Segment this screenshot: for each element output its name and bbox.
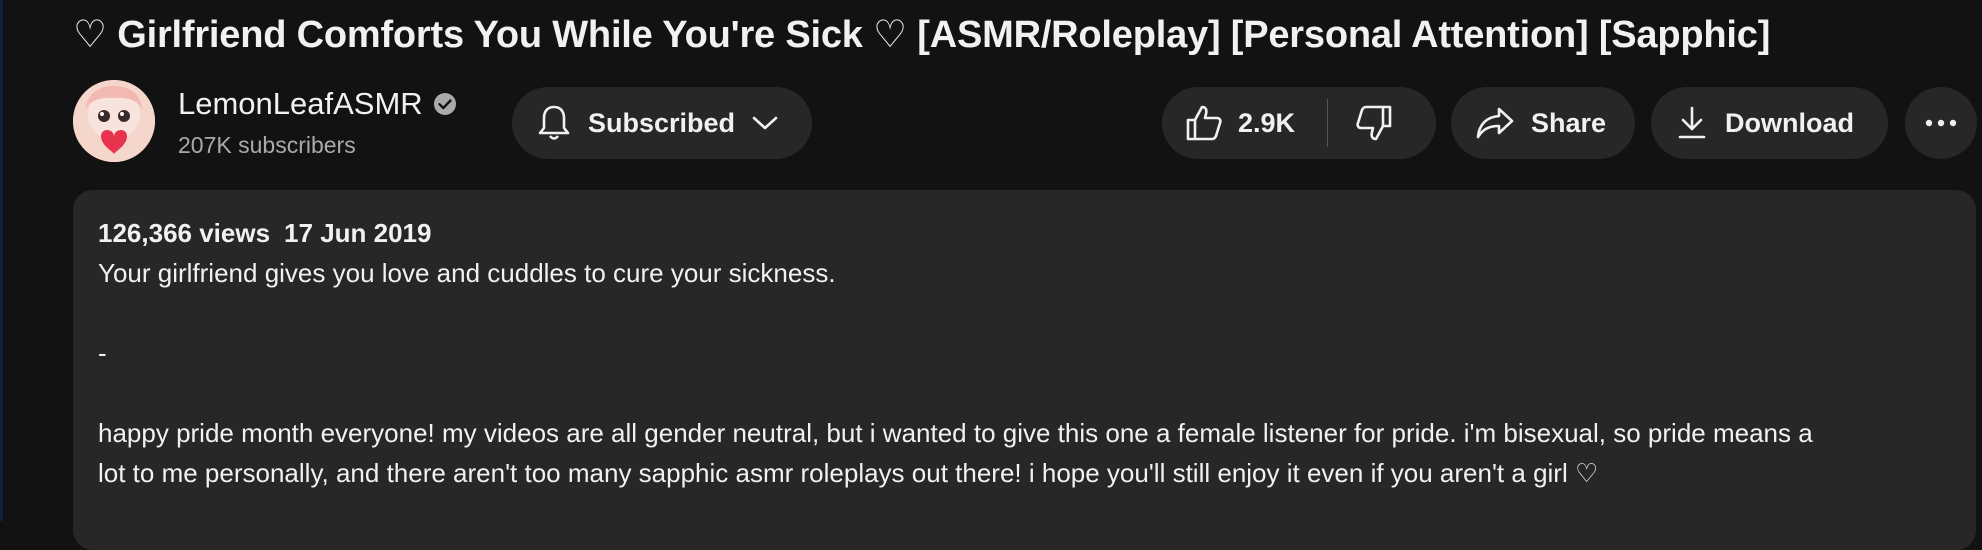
avatar-image <box>73 80 155 162</box>
upload-date: 17 Jun 2019 <box>284 218 432 248</box>
like-button[interactable]: 2.9K <box>1184 87 1295 159</box>
channel-name-wrap: LemonLeafASMR <box>178 86 457 122</box>
download-button[interactable]: Download <box>1651 87 1888 159</box>
download-label: Download <box>1725 107 1854 138</box>
thumbs-down-icon[interactable] <box>1354 103 1394 143</box>
channel-name[interactable]: LemonLeafASMR <box>178 86 423 122</box>
more-icon <box>1924 118 1958 128</box>
subscribed-button[interactable]: Subscribed <box>512 87 812 159</box>
download-icon <box>1677 105 1707 141</box>
chevron-down-icon <box>751 113 779 133</box>
like-dislike-group: 2.9K <box>1162 87 1436 159</box>
owner-row: LemonLeafASMR 207K subscribers Subscribe… <box>73 80 1977 166</box>
description-line: Your girlfriend gives you love and cuddl… <box>98 258 836 288</box>
bell-icon <box>536 103 572 143</box>
description-line: - <box>98 338 107 368</box>
share-icon <box>1475 105 1515 141</box>
share-label: Share <box>1531 107 1607 138</box>
like-divider <box>1327 99 1329 147</box>
share-button[interactable]: Share <box>1451 87 1635 159</box>
more-actions-button[interactable] <box>1905 87 1977 159</box>
thumbs-up-icon <box>1184 103 1224 143</box>
verified-icon <box>433 92 457 116</box>
view-date-info: 126,366 views 17 Jun 2019 <box>98 218 431 249</box>
video-title: ♡ Girlfriend Comforts You While You're S… <box>73 14 1771 56</box>
like-count: 2.9K <box>1238 107 1296 138</box>
subscribed-label: Subscribed <box>588 107 736 138</box>
subscriber-count: 207K subscribers <box>178 132 356 158</box>
channel-avatar[interactable] <box>73 80 155 162</box>
window-edge <box>0 0 3 521</box>
description-box[interactable]: 126,366 views 17 Jun 2019 Your girlfriend… <box>73 190 1976 550</box>
description-line: lot to me personally, and there aren't t… <box>98 458 1599 488</box>
description-line: happy pride month everyone! my videos ar… <box>98 418 1813 448</box>
view-count: 126,366 views <box>98 218 271 248</box>
